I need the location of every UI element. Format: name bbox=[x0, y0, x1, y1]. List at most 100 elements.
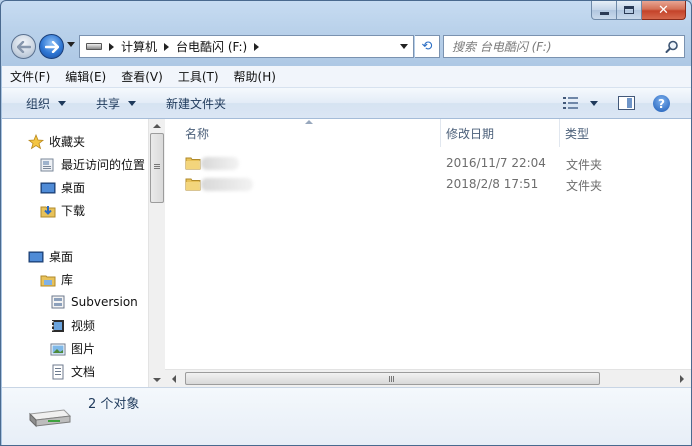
column-header-name-label: 名称 bbox=[185, 126, 210, 141]
breadcrumb-separator-icon[interactable] bbox=[164, 42, 170, 51]
view-options-icon[interactable] bbox=[563, 97, 579, 109]
breadcrumb-computer[interactable]: 计算机 bbox=[121, 38, 157, 55]
scroll-grip-icon bbox=[389, 376, 390, 382]
downloads-icon bbox=[40, 203, 56, 219]
details-pane: 2 个对象 bbox=[2, 387, 691, 445]
row-type: 文件夹 bbox=[566, 158, 603, 172]
scroll-left-icon[interactable] bbox=[172, 375, 176, 383]
navigation-bar: 计算机 台电酷闪 (F:) ⟲ 搜索 台电酷闪 (F:) bbox=[9, 32, 689, 62]
chevron-down-icon bbox=[590, 101, 598, 106]
breadcrumb-separator-icon[interactable] bbox=[109, 42, 114, 51]
column-header-type[interactable]: 类型 bbox=[565, 119, 665, 147]
row-type: 文件夹 bbox=[566, 179, 603, 193]
nav-favorites-label: 收藏夹 bbox=[49, 135, 86, 149]
close-button[interactable]: ✕ bbox=[642, 1, 686, 20]
nav-library-pictures-label: 图片 bbox=[71, 342, 96, 356]
breadcrumb-drive[interactable]: 台电酷闪 (F:) bbox=[176, 38, 247, 55]
scroll-up-icon[interactable] bbox=[153, 124, 161, 128]
drive-icon bbox=[86, 43, 102, 50]
nav-favorites-desktop[interactable]: 桌面 bbox=[40, 179, 85, 196]
new-folder-label: 新建文件夹 bbox=[166, 96, 227, 111]
refresh-icon: ⟲ bbox=[421, 39, 433, 54]
nav-library-subversion-label: Subversion bbox=[71, 295, 138, 309]
address-history-dropdown[interactable] bbox=[395, 36, 413, 57]
window-controls: ✕ bbox=[591, 1, 686, 20]
column-divider[interactable] bbox=[559, 119, 560, 147]
scroll-right-icon[interactable] bbox=[680, 375, 684, 383]
refresh-button[interactable]: ⟲ bbox=[415, 35, 440, 58]
menu-bar: 文件(F) 编辑(E) 查看(V) 工具(T) 帮助(H) bbox=[2, 66, 691, 88]
column-divider[interactable] bbox=[440, 119, 441, 147]
nav-recent-places-label: 最近访问的位置 bbox=[61, 158, 146, 172]
nav-library-subversion[interactable]: Subversion bbox=[50, 294, 138, 310]
recent-places-icon bbox=[40, 157, 56, 173]
column-header-date-label: 修改日期 bbox=[446, 126, 495, 141]
row-date: 2016/11/7 22:04 bbox=[446, 156, 546, 170]
back-button[interactable] bbox=[11, 34, 36, 59]
menu-edit[interactable]: 编辑(E) bbox=[65, 68, 106, 85]
nav-library-pictures[interactable]: 图片 bbox=[50, 340, 95, 357]
menu-tools[interactable]: 工具(T) bbox=[178, 68, 219, 85]
column-header-type-label: 类型 bbox=[565, 126, 590, 141]
file-list-horizontal-scrollbar[interactable] bbox=[165, 369, 691, 387]
nav-downloads[interactable]: 下载 bbox=[40, 202, 85, 219]
command-bar: 组织 共享 新建文件夹 ? bbox=[2, 88, 691, 119]
search-input[interactable]: 搜索 台电酷闪 (F:) bbox=[443, 35, 685, 58]
view-options-dropdown[interactable] bbox=[590, 101, 598, 106]
main-area: 收藏夹 最近访问的位置 桌面 下载 桌面 库 Subversion 视频 图片 … bbox=[2, 119, 691, 387]
new-folder-button[interactable]: 新建文件夹 bbox=[166, 95, 226, 112]
table-row[interactable]: 2018/2/8 17:51 文件夹 bbox=[177, 174, 682, 195]
forward-button[interactable] bbox=[39, 34, 64, 59]
navigation-pane-scrollbar[interactable] bbox=[148, 119, 165, 387]
help-glyph: ? bbox=[658, 96, 665, 111]
scroll-down-icon[interactable] bbox=[153, 378, 161, 382]
table-row[interactable]: 2016/11/7 22:04 文件夹 bbox=[177, 153, 682, 174]
recent-pages-dropdown[interactable] bbox=[67, 42, 75, 50]
organize-button[interactable]: 组织 bbox=[26, 95, 67, 112]
explorer-window: ✕ 计算机 台电酷闪 (F:) ⟲ 搜索 台电酷闪 (F:) 文件(F) 编辑(… bbox=[0, 0, 692, 446]
nav-favorites[interactable]: 收藏夹 bbox=[28, 133, 85, 150]
share-label: 共享 bbox=[96, 96, 121, 111]
menu-help[interactable]: 帮助(H) bbox=[234, 68, 276, 85]
chevron-down-icon bbox=[67, 42, 75, 47]
nav-library-videos[interactable]: 视频 bbox=[50, 317, 95, 334]
organize-label: 组织 bbox=[26, 96, 51, 111]
search-placeholder: 搜索 台电酷闪 (F:) bbox=[452, 40, 552, 54]
redacted-file-name bbox=[201, 178, 253, 191]
column-header-name[interactable]: 名称 bbox=[185, 119, 435, 147]
row-date: 2018/2/8 17:51 bbox=[446, 177, 539, 191]
menu-view[interactable]: 查看(V) bbox=[121, 68, 163, 85]
share-button[interactable]: 共享 bbox=[96, 95, 137, 112]
desktop-icon bbox=[40, 180, 56, 196]
picture-library-icon bbox=[50, 341, 66, 357]
nav-desktop[interactable]: 桌面 bbox=[28, 248, 73, 265]
chevron-down-icon bbox=[400, 44, 408, 49]
maximize-button[interactable] bbox=[617, 1, 642, 20]
preview-pane-icon[interactable] bbox=[618, 96, 635, 110]
nav-recent-places[interactable]: 最近访问的位置 bbox=[40, 156, 145, 173]
nav-libraries[interactable]: 库 bbox=[40, 271, 73, 288]
address-bar[interactable]: 计算机 台电酷闪 (F:) bbox=[79, 35, 414, 58]
search-icon[interactable] bbox=[665, 40, 679, 54]
scroll-grip-icon bbox=[154, 164, 160, 165]
nav-library-documents[interactable]: 文档 bbox=[50, 363, 95, 380]
folder-icon bbox=[185, 157, 201, 170]
subversion-library-icon bbox=[50, 294, 66, 310]
nav-library-videos-label: 视频 bbox=[71, 319, 96, 333]
menu-file[interactable]: 文件(F) bbox=[10, 68, 50, 85]
minimize-button[interactable] bbox=[591, 1, 617, 20]
minimize-icon bbox=[599, 11, 609, 15]
nav-desktop-label: 桌面 bbox=[49, 250, 74, 264]
nav-library-documents-label: 文档 bbox=[71, 365, 96, 379]
scroll-thumb[interactable] bbox=[185, 372, 600, 385]
breadcrumb-separator-icon[interactable] bbox=[254, 42, 260, 51]
nav-libraries-label: 库 bbox=[61, 273, 74, 287]
column-header-date[interactable]: 修改日期 bbox=[446, 119, 556, 147]
desktop-icon bbox=[28, 249, 44, 265]
library-icon bbox=[40, 272, 56, 288]
nav-downloads-label: 下载 bbox=[61, 204, 86, 218]
scroll-thumb[interactable] bbox=[150, 133, 164, 203]
help-icon[interactable]: ? bbox=[653, 95, 670, 112]
folder-icon bbox=[185, 178, 201, 191]
chevron-down-icon bbox=[58, 100, 67, 106]
